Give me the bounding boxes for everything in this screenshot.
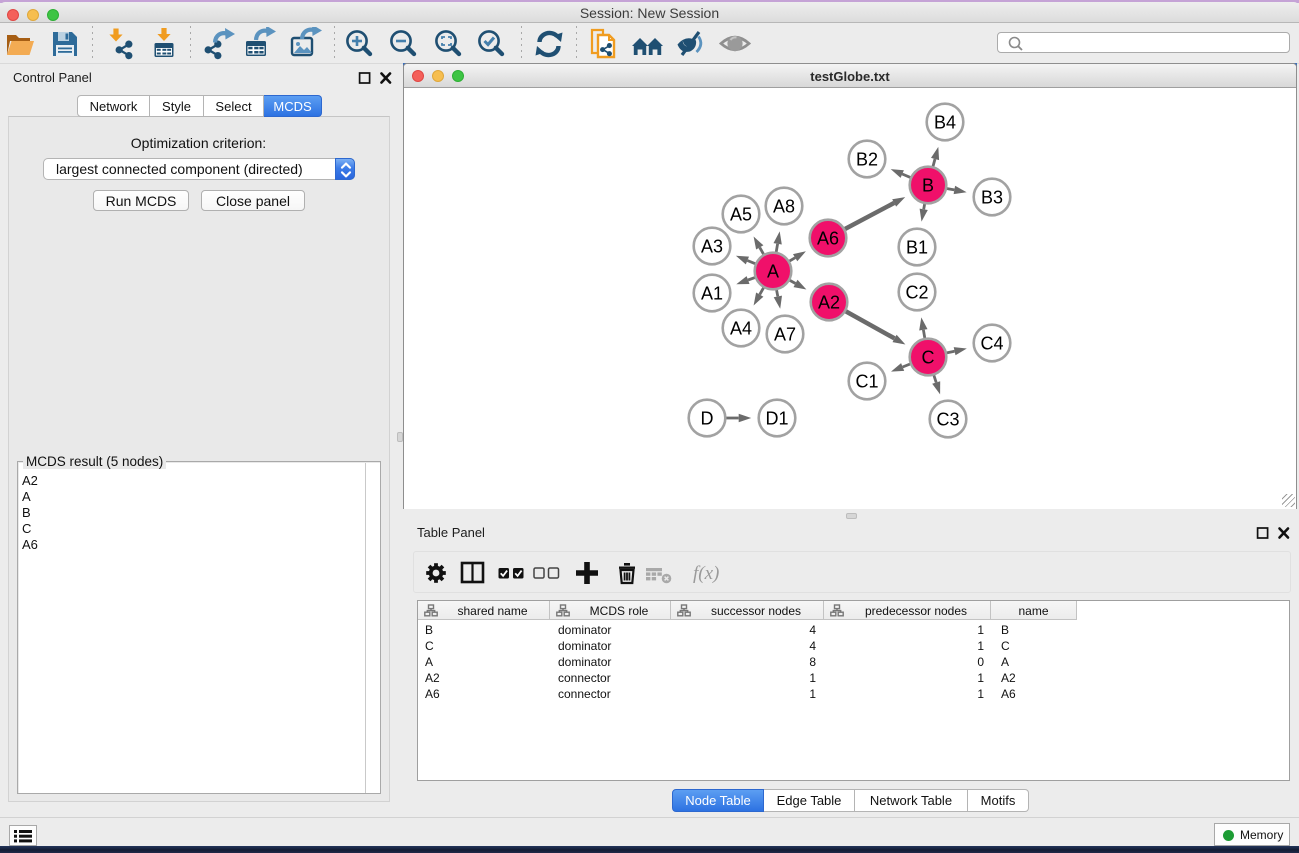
svg-text:A2: A2 xyxy=(818,292,840,312)
svg-text:C4: C4 xyxy=(980,333,1003,353)
svg-text:B4: B4 xyxy=(934,112,956,132)
svg-text:A: A xyxy=(767,261,779,281)
svg-text:C3: C3 xyxy=(936,409,959,429)
svg-text:A5: A5 xyxy=(730,204,752,224)
svg-text:C2: C2 xyxy=(905,282,928,302)
svg-text:A8: A8 xyxy=(773,196,795,216)
svg-text:A1: A1 xyxy=(701,283,723,303)
svg-text:C1: C1 xyxy=(855,371,878,391)
svg-text:A6: A6 xyxy=(817,228,839,248)
svg-text:B3: B3 xyxy=(981,187,1003,207)
svg-text:A3: A3 xyxy=(701,236,723,256)
svg-text:B2: B2 xyxy=(856,149,878,169)
svg-text:f(x): f(x) xyxy=(693,563,719,584)
svg-text:C: C xyxy=(922,347,935,367)
svg-text:A4: A4 xyxy=(730,318,752,338)
svg-text:B: B xyxy=(922,175,934,195)
svg-text:A7: A7 xyxy=(774,324,796,344)
svg-text:D1: D1 xyxy=(765,408,788,428)
svg-text:B1: B1 xyxy=(906,237,928,257)
svg-text:D: D xyxy=(701,408,714,428)
